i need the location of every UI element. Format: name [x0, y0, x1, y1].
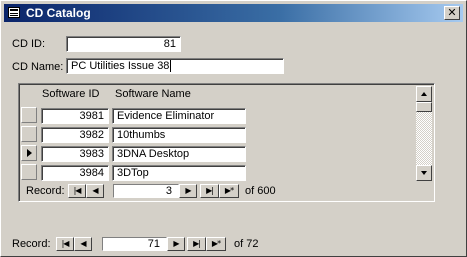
cd-name-field[interactable]: PC Utilities Issue 38	[66, 58, 284, 74]
arrow-down-icon	[421, 171, 427, 175]
cd-id-label: CD ID:	[12, 38, 45, 50]
software-id-value: 3982	[79, 129, 104, 141]
form-record-count: of 72	[234, 238, 259, 250]
software-name-cell[interactable]: 3DTop	[112, 165, 246, 181]
row-selector[interactable]	[21, 126, 37, 142]
subform-record-number-field[interactable]: 3	[113, 184, 179, 198]
vertical-scrollbar[interactable]	[416, 86, 432, 181]
close-button[interactable]: ✕	[444, 6, 460, 20]
first-record-icon: |◀	[61, 239, 70, 248]
scroll-thumb[interactable]	[416, 102, 432, 112]
form-new-record-button[interactable]: ▶*	[206, 237, 226, 251]
row-selector[interactable]	[21, 164, 37, 180]
software-id-cell[interactable]: 3983	[41, 146, 109, 162]
software-id-cell[interactable]: 3981	[41, 108, 109, 124]
column-header-software-name: Software Name	[115, 88, 191, 100]
subform-record-label: Record:	[26, 185, 65, 197]
software-name-cell[interactable]: 3DNA Desktop	[112, 146, 246, 162]
software-name-value: 3DTop	[117, 167, 149, 179]
subform-last-record-button[interactable]: ▶|	[200, 184, 219, 198]
title-bar[interactable]: CD Catalog ✕	[4, 4, 463, 22]
software-name-value: 10thumbs	[117, 129, 166, 141]
form-record-number-field[interactable]: 71	[102, 237, 167, 251]
row-selector[interactable]	[21, 107, 37, 123]
software-name-value: Evidence Eliminator	[117, 110, 215, 122]
new-record-icon: ▶*	[224, 186, 234, 195]
first-record-icon: |◀	[73, 186, 82, 195]
software-id-cell[interactable]: 3984	[41, 165, 109, 181]
cd-id-value: 81	[163, 38, 176, 50]
arrow-up-icon	[421, 92, 427, 96]
form-prev-record-button[interactable]: ◀	[74, 237, 92, 251]
software-id-value: 3983	[79, 148, 104, 160]
close-icon: ✕	[447, 6, 457, 19]
column-header-software-id: Software ID	[42, 88, 100, 100]
subform-record-number: 3	[165, 185, 172, 197]
software-id-value: 3981	[79, 110, 104, 122]
scroll-up-button[interactable]	[416, 86, 432, 102]
window-title: CD Catalog	[26, 6, 91, 20]
software-name-cell[interactable]: 10thumbs	[112, 127, 246, 143]
subform-next-record-button[interactable]: ▶	[179, 184, 197, 198]
software-subform: Software ID Software Name 3981 Evidence …	[18, 83, 435, 202]
cd-id-field[interactable]: 81	[66, 36, 181, 52]
subform-first-record-button[interactable]: |◀	[68, 184, 86, 198]
form-first-record-button[interactable]: |◀	[56, 237, 74, 251]
last-record-icon: ▶|	[193, 239, 201, 248]
subform-new-record-button[interactable]: ▶*	[219, 184, 239, 198]
form-last-record-button[interactable]: ▶|	[187, 237, 206, 251]
prev-record-icon: ◀	[80, 239, 86, 248]
subform-record-count: of 600	[245, 185, 276, 197]
form-icon	[8, 7, 20, 18]
new-record-icon: ▶*	[211, 239, 221, 248]
scroll-down-button[interactable]	[416, 165, 432, 181]
cd-catalog-window: CD Catalog ✕ CD ID: 81 CD Name: PC Utili…	[0, 0, 467, 257]
form-record-number: 71	[147, 238, 160, 250]
software-name-cell[interactable]: Evidence Eliminator	[112, 108, 246, 124]
form-record-label: Record:	[12, 238, 51, 250]
form-next-record-button[interactable]: ▶	[167, 237, 185, 251]
text-cursor	[170, 60, 172, 73]
software-id-cell[interactable]: 3982	[41, 127, 109, 143]
software-id-value: 3984	[79, 167, 104, 179]
cd-name-label: CD Name:	[12, 61, 64, 73]
software-name-value: 3DNA Desktop	[117, 148, 190, 160]
next-record-icon: ▶	[173, 239, 179, 248]
next-record-icon: ▶	[185, 186, 191, 195]
subform-prev-record-button[interactable]: ◀	[86, 184, 104, 198]
row-selector-current[interactable]	[21, 145, 37, 161]
cd-name-value: PC Utilities Issue 38	[71, 60, 170, 72]
prev-record-icon: ◀	[92, 186, 98, 195]
current-record-arrow-icon	[27, 149, 32, 157]
last-record-icon: ▶|	[206, 186, 214, 195]
